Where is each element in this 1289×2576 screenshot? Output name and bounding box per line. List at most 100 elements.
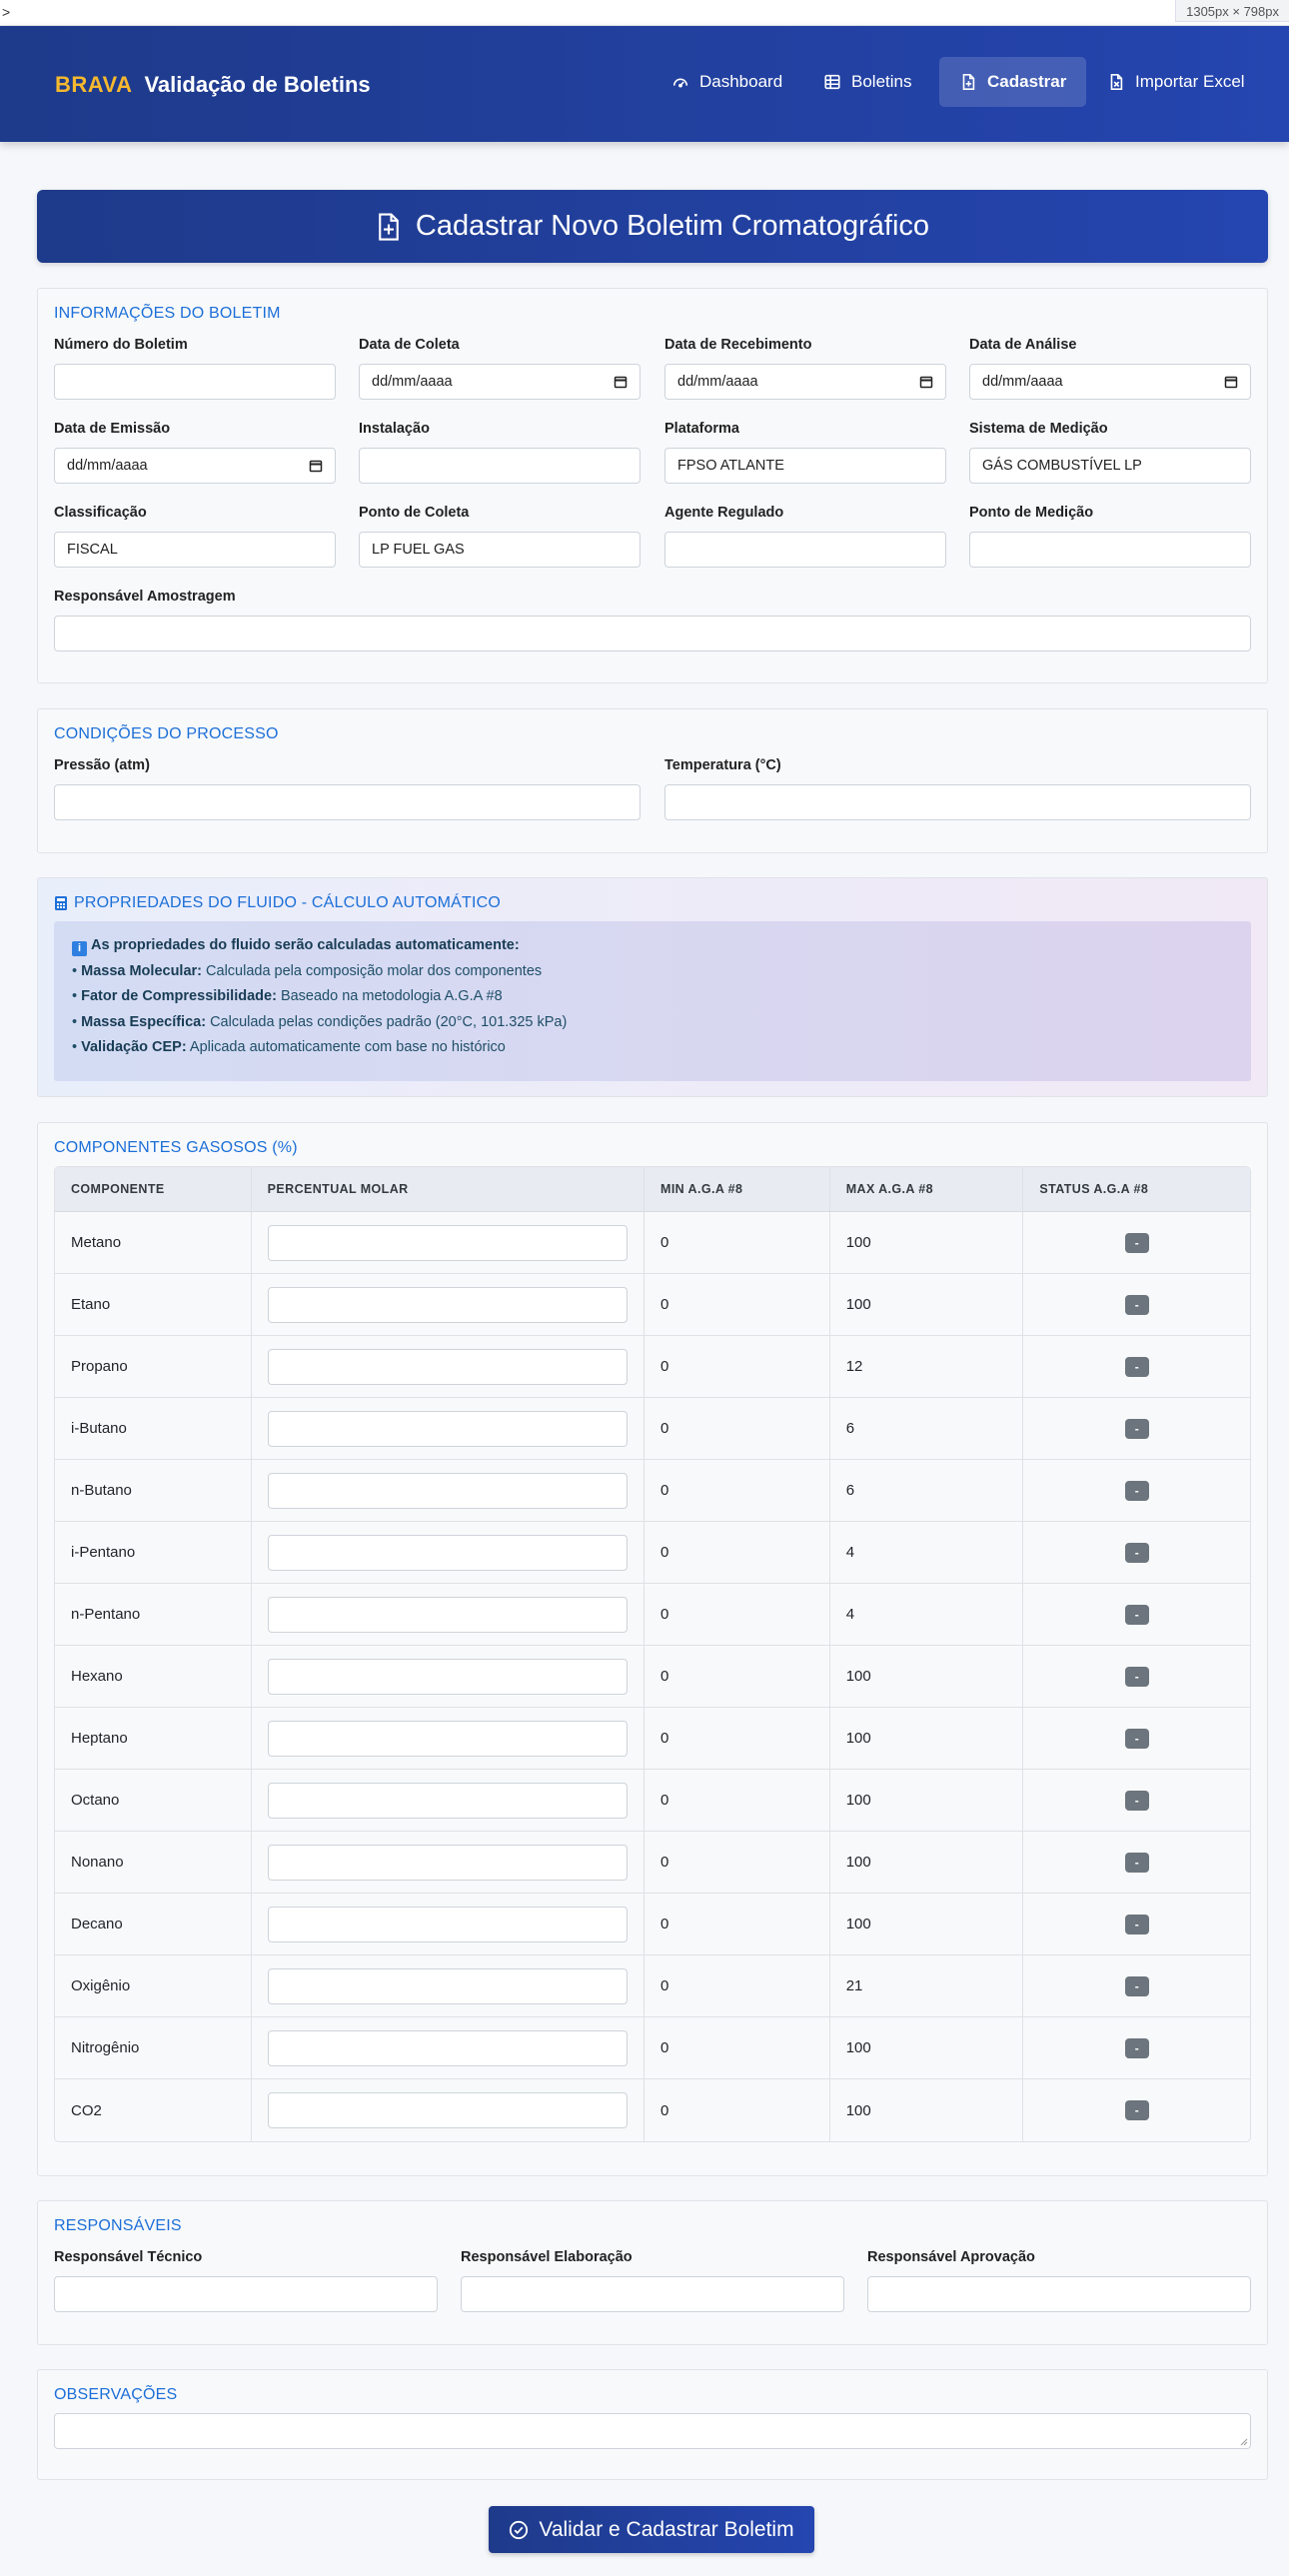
percentual-molar-input[interactable] bbox=[267, 1534, 628, 1571]
min-value: 0 bbox=[644, 1274, 830, 1335]
input-data-analise[interactable]: dd/mm/aaaa bbox=[969, 364, 1251, 400]
max-value: 100 bbox=[830, 1832, 1024, 1893]
input-sistema-medicao[interactable]: GÁS COMBUSTÍVEL LP bbox=[969, 448, 1251, 484]
status-badge: - bbox=[1124, 1666, 1149, 1687]
input-ponto-medicao[interactable] bbox=[969, 532, 1251, 568]
input-responsavel-aprovacao[interactable] bbox=[867, 2276, 1251, 2312]
caret-text: > bbox=[2, 4, 11, 20]
status-cell: - bbox=[1023, 1460, 1250, 1521]
max-value: 100 bbox=[830, 1770, 1024, 1831]
percentual-molar-input[interactable] bbox=[267, 1844, 628, 1881]
status-cell: - bbox=[1023, 2017, 1250, 2078]
status-badge: - bbox=[1124, 1232, 1149, 1253]
info-item: • Fator de Compressibilidade: Baseado na… bbox=[72, 988, 503, 1004]
input-pressao[interactable] bbox=[54, 784, 641, 820]
percentual-molar-input[interactable] bbox=[267, 1348, 628, 1385]
nav-cadastrar-label: Cadastrar bbox=[987, 72, 1067, 91]
calendar-icon[interactable] bbox=[614, 375, 628, 389]
page-title-banner: Cadastrar Novo Boletim Cromatográfico bbox=[37, 190, 1268, 263]
component-name: Oxigênio bbox=[55, 1955, 252, 2016]
card-informacoes: INFORMAÇÕES DO BOLETIM Número do Boletim… bbox=[37, 288, 1268, 683]
percentual-cell bbox=[252, 1398, 645, 1459]
input-plataforma[interactable]: FPSO ATLANTE bbox=[664, 448, 946, 484]
status-cell: - bbox=[1023, 1708, 1250, 1769]
max-value: 100 bbox=[830, 1894, 1024, 1954]
input-data-recebimento[interactable]: dd/mm/aaaa bbox=[664, 364, 946, 400]
min-value: 0 bbox=[644, 1460, 830, 1521]
info-item-bold: Massa Molecular: bbox=[81, 962, 202, 979]
percentual-molar-input[interactable] bbox=[267, 1224, 628, 1261]
input-data-emissao[interactable]: dd/mm/aaaa bbox=[54, 448, 336, 484]
component-name: Etano bbox=[55, 1274, 252, 1335]
component-name: Octano bbox=[55, 1770, 252, 1831]
component-name: Hexano bbox=[55, 1646, 252, 1707]
percentual-cell bbox=[252, 1646, 645, 1707]
percentual-molar-input[interactable] bbox=[267, 2092, 628, 2128]
label-sistema-medicao: Sistema de Medição bbox=[969, 421, 1108, 437]
input-responsavel-amostragem[interactable] bbox=[54, 616, 1251, 651]
info-item: • Massa Específica: Calculada pelas cond… bbox=[72, 1013, 568, 1030]
nav-cadastrar[interactable]: Cadastrar bbox=[939, 57, 1087, 107]
label-instalacao: Instalação bbox=[359, 421, 430, 437]
validate-submit-button[interactable]: Validar e Cadastrar Boletim bbox=[489, 2506, 814, 2553]
table-row: n-Butano 0 6 - bbox=[55, 1460, 1250, 1522]
label-ponto-coleta: Ponto de Coleta bbox=[359, 505, 470, 521]
calendar-icon[interactable] bbox=[919, 375, 933, 389]
component-name: Nonano bbox=[55, 1832, 252, 1893]
min-value: 0 bbox=[644, 1336, 830, 1397]
input-data-coleta[interactable]: dd/mm/aaaa bbox=[359, 364, 641, 400]
nav-importar-excel[interactable]: Importar Excel bbox=[1087, 57, 1265, 107]
status-badge: - bbox=[1124, 1604, 1149, 1625]
percentual-molar-input[interactable] bbox=[267, 2029, 628, 2066]
section-title-condicoes: CONDIÇÕES DO PROCESSO bbox=[54, 725, 279, 742]
label-numero-boletim: Número do Boletim bbox=[54, 337, 188, 353]
date-value: dd/mm/aaaa bbox=[372, 374, 453, 390]
input-responsavel-tecnico[interactable] bbox=[54, 2276, 438, 2312]
textarea-observacoes[interactable] bbox=[54, 2413, 1251, 2449]
input-temperatura[interactable] bbox=[664, 784, 1251, 820]
input-agente-regulado[interactable] bbox=[664, 532, 946, 568]
info-item-text: Aplicada automaticamente com base no his… bbox=[189, 1039, 506, 1055]
max-value: 100 bbox=[830, 1646, 1024, 1707]
table-header: COMPONENTE PERCENTUAL MOLAR MIN A.G.A #8… bbox=[55, 1167, 1250, 1212]
nav-boletins[interactable]: Boletins bbox=[803, 57, 931, 107]
component-name: Decano bbox=[55, 1894, 252, 1954]
check-circle-icon bbox=[510, 2520, 529, 2539]
percentual-molar-input[interactable] bbox=[267, 1906, 628, 1942]
percentual-molar-input[interactable] bbox=[267, 1720, 628, 1757]
status-cell: - bbox=[1023, 1398, 1250, 1459]
input-instalacao[interactable] bbox=[359, 448, 641, 484]
percentual-molar-input[interactable] bbox=[267, 1782, 628, 1819]
percentual-molar-input[interactable] bbox=[267, 1286, 628, 1323]
brand[interactable]: BRAVA Validação de Boletins bbox=[55, 72, 371, 98]
calendar-icon[interactable] bbox=[309, 459, 323, 473]
percentual-molar-input[interactable] bbox=[267, 1410, 628, 1447]
percentual-molar-input[interactable] bbox=[267, 1658, 628, 1695]
percentual-molar-input[interactable] bbox=[267, 1967, 628, 2004]
percentual-cell bbox=[252, 1336, 645, 1397]
card-propriedades-fluido: PROPRIEDADES DO FLUIDO - CÁLCULO AUTOMÁT… bbox=[37, 877, 1268, 1097]
calendar-icon[interactable] bbox=[1224, 375, 1238, 389]
nav-dashboard[interactable]: Dashboard bbox=[651, 57, 802, 107]
min-value: 0 bbox=[644, 1584, 830, 1645]
percentual-molar-input[interactable] bbox=[267, 1472, 628, 1509]
status-cell: - bbox=[1023, 1646, 1250, 1707]
input-ponto-coleta[interactable]: LP FUEL GAS bbox=[359, 532, 641, 568]
status-cell: - bbox=[1023, 1212, 1250, 1273]
nav-importar-label: Importar Excel bbox=[1135, 72, 1245, 91]
input-classificacao[interactable]: FISCAL bbox=[54, 532, 336, 568]
max-value: 4 bbox=[830, 1584, 1024, 1645]
status-badge: - bbox=[1124, 1294, 1149, 1315]
brand-short: BRAVA bbox=[55, 72, 133, 97]
max-value: 6 bbox=[830, 1460, 1024, 1521]
label-plataforma: Plataforma bbox=[664, 421, 739, 437]
status-badge: - bbox=[1124, 1914, 1149, 1934]
max-value: 6 bbox=[830, 1398, 1024, 1459]
percentual-cell bbox=[252, 1770, 645, 1831]
resize-grip-icon[interactable] bbox=[1240, 2438, 1248, 2446]
percentual-molar-input[interactable] bbox=[267, 1596, 628, 1633]
input-responsavel-elaboracao[interactable] bbox=[461, 2276, 844, 2312]
input-numero-boletim[interactable] bbox=[54, 364, 336, 400]
section-title-observacoes: OBSERVAÇÕES bbox=[54, 2386, 178, 2403]
min-value: 0 bbox=[644, 1398, 830, 1459]
